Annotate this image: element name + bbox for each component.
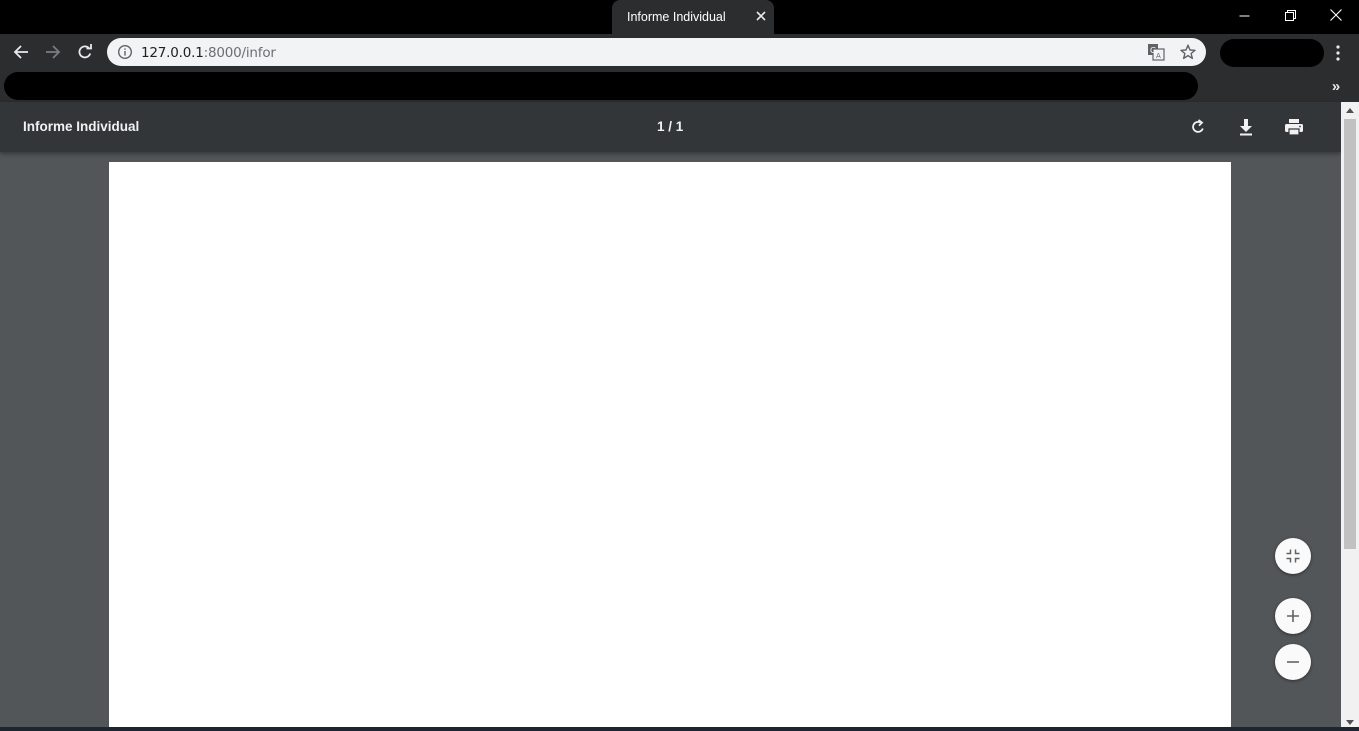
close-window-icon[interactable]: [1313, 0, 1359, 30]
kebab-menu-icon[interactable]: [1328, 40, 1348, 66]
pdf-page: [109, 162, 1231, 731]
vertical-scrollbar[interactable]: [1341, 102, 1359, 731]
profile-avatar[interactable]: [1220, 39, 1324, 67]
fit-to-page-icon[interactable]: [1275, 538, 1311, 574]
back-arrow-left-icon[interactable]: [7, 38, 35, 66]
forward-arrow-right-icon[interactable]: [39, 38, 67, 66]
download-icon[interactable]: [1234, 115, 1258, 139]
pdf-title: Informe Individual: [23, 119, 140, 134]
address-bar[interactable]: 127.0.0.1:8000/infor GA: [107, 38, 1206, 66]
info-icon[interactable]: [117, 44, 133, 60]
rotate-icon[interactable]: [1186, 115, 1210, 139]
zoom-in-plus-icon[interactable]: [1275, 598, 1311, 634]
reload-icon[interactable]: [71, 38, 99, 66]
page-indicator: 1 / 1: [657, 119, 684, 134]
tab-title: Informe Individual: [627, 10, 726, 24]
zoom-out-minus-icon[interactable]: [1275, 644, 1311, 680]
restore-icon[interactable]: [1267, 0, 1313, 30]
url-path: :8000/infor: [203, 45, 276, 61]
scrollbar-thumb[interactable]: [1344, 119, 1356, 549]
browser-tab[interactable]: Informe Individual: [612, 0, 774, 34]
url-host: 127.0.0.1: [141, 45, 204, 61]
translate-icon[interactable]: GA: [1146, 42, 1166, 62]
minimize-icon[interactable]: [1221, 0, 1267, 30]
print-icon[interactable]: [1282, 115, 1306, 139]
scroll-up-arrow-icon[interactable]: [1341, 102, 1359, 119]
tab-close-icon[interactable]: [753, 8, 769, 24]
url-text: 127.0.0.1:8000/infor: [141, 45, 276, 61]
svg-text:A: A: [1156, 52, 1161, 60]
title-bar: Informe Individual: [0, 0, 1359, 34]
pdf-viewer: Informe Individual 1 / 1: [0, 102, 1359, 731]
bookmarks-bar: »: [0, 70, 1359, 102]
chevron-double-right-icon[interactable]: »: [1326, 76, 1346, 96]
taskbar-edge: [0, 727, 1359, 731]
pdf-toolbar: Informe Individual 1 / 1: [0, 102, 1341, 152]
bookmark-star-icon[interactable]: [1178, 42, 1198, 62]
bookmarks-redacted: [4, 72, 1198, 100]
